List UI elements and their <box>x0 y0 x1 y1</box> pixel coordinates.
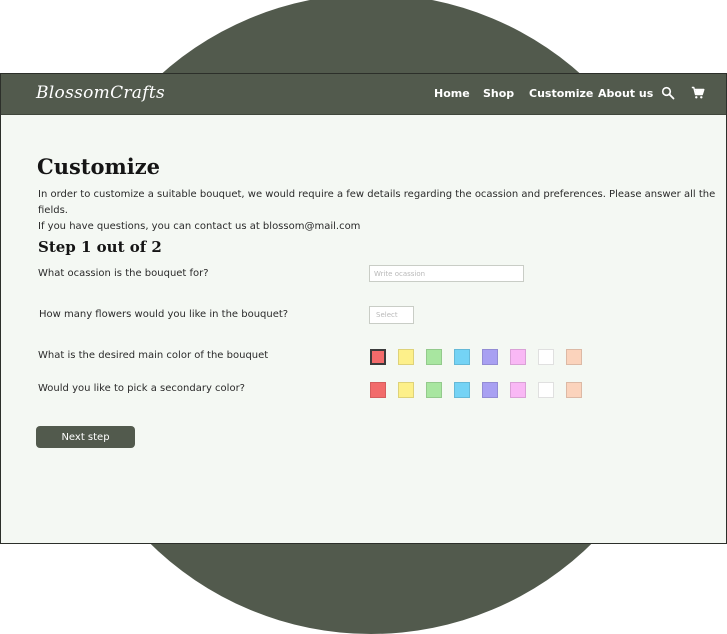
flower-count-select[interactable]: Select <box>369 306 414 324</box>
main-color-swatch[interactable] <box>510 349 526 365</box>
occasion-label: What ocassion is the bouquet for? <box>38 268 209 279</box>
secondary-color-swatch[interactable] <box>482 382 498 398</box>
page-title: Customize <box>37 154 160 179</box>
search-icon[interactable] <box>661 86 675 100</box>
secondary-color-swatch[interactable] <box>426 382 442 398</box>
main-color-swatch[interactable] <box>398 349 414 365</box>
main-color-swatch[interactable] <box>566 349 582 365</box>
customize-form-area: Customize In order to customize a suitab… <box>1 114 726 543</box>
nav-link-about-us[interactable]: About us <box>598 87 653 100</box>
secondary-color-swatch[interactable] <box>370 382 386 398</box>
next-step-button[interactable]: Next step <box>36 426 135 448</box>
intro-line-1: In order to customize a suitable bouquet… <box>38 189 716 216</box>
secondary-color-swatch[interactable] <box>538 382 554 398</box>
flower-count-label: How many flowers would you like in the b… <box>39 309 289 320</box>
nav-link-customize[interactable]: Customize <box>529 87 593 100</box>
occasion-input[interactable] <box>369 265 524 282</box>
main-color-swatch[interactable] <box>538 349 554 365</box>
intro-text: In order to customize a suitable bouquet… <box>38 187 718 235</box>
browser-window: BlossomCrafts Home Shop Customize About … <box>0 73 727 544</box>
intro-line-2: If you have questions, you can contact u… <box>38 221 361 232</box>
secondary-color-swatch[interactable] <box>566 382 582 398</box>
secondary-color-swatch[interactable] <box>398 382 414 398</box>
main-color-swatch[interactable] <box>482 349 498 365</box>
secondary-color-label: Would you like to pick a secondary color… <box>38 383 245 394</box>
nav-link-shop[interactable]: Shop <box>483 87 514 100</box>
main-color-swatch[interactable] <box>426 349 442 365</box>
secondary-color-swatch[interactable] <box>510 382 526 398</box>
main-color-label: What is the desired main color of the bo… <box>38 350 269 361</box>
nav-link-home[interactable]: Home <box>434 87 470 100</box>
main-color-swatch[interactable] <box>370 349 386 365</box>
main-color-swatch[interactable] <box>454 349 470 365</box>
cart-icon[interactable] <box>691 86 705 100</box>
secondary-color-swatch[interactable] <box>454 382 470 398</box>
top-navbar: BlossomCrafts Home Shop Customize About … <box>1 74 726 115</box>
nav-links: Home Shop Customize About us <box>1 87 726 107</box>
step-title: Step 1 out of 2 <box>38 238 162 256</box>
